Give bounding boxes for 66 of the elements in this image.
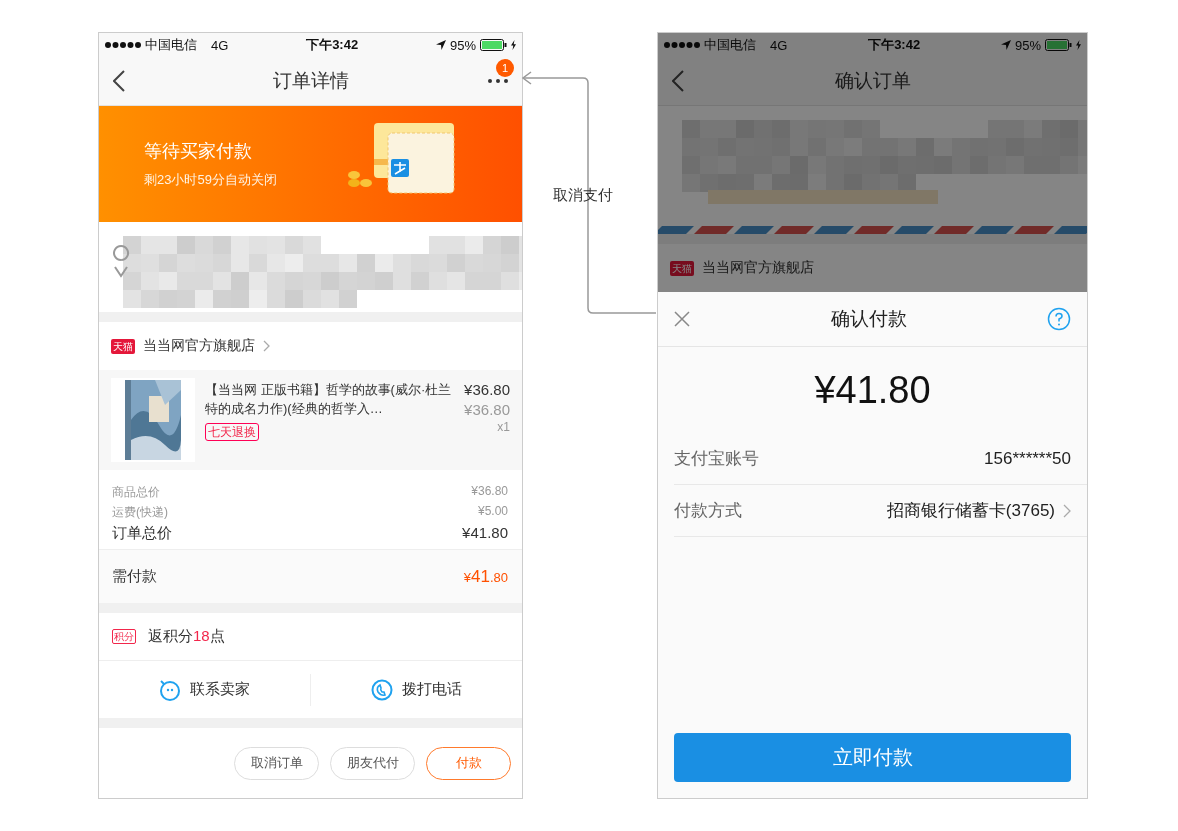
chat-icon bbox=[159, 678, 181, 701]
screen-title: 确认订单 bbox=[834, 69, 911, 93]
product-title: 【当当网 正版书籍】哲学的故事(威尔·杜兰特的成名力作)(经典的哲学入… bbox=[205, 381, 453, 418]
summary-value: ¥5.00 bbox=[477, 504, 508, 520]
location-icon bbox=[1000, 40, 1011, 50]
summary-value: ¥41.80 bbox=[462, 524, 508, 543]
close-button[interactable] bbox=[674, 311, 690, 327]
summary-label: 订单总价 bbox=[112, 524, 172, 543]
notification-badge: 1 bbox=[496, 59, 514, 77]
contact-seller-button[interactable]: 联系卖家 bbox=[99, 661, 310, 718]
clock-time: 下午3:42 bbox=[306, 36, 359, 54]
screen-title: 订单详情 bbox=[272, 69, 349, 93]
battery-percent: 95% bbox=[449, 37, 476, 53]
more-icon bbox=[488, 79, 508, 83]
signal-icon bbox=[105, 42, 141, 48]
charging-icon bbox=[511, 40, 516, 50]
action-button[interactable]: 取消订单 bbox=[234, 746, 319, 780]
product-price: ¥36.80 bbox=[464, 380, 510, 400]
shop-name[interactable]: 当当网官方旗舰店 bbox=[143, 337, 255, 355]
banner-title: 等待买家付款 bbox=[144, 140, 253, 163]
help-icon bbox=[1047, 307, 1071, 331]
chevron-icon bbox=[263, 340, 270, 352]
network-type: 4G bbox=[770, 37, 788, 53]
location-icon bbox=[435, 40, 446, 50]
shop-logo-icon: 天猫 bbox=[670, 260, 694, 276]
network-type: 4G bbox=[211, 37, 229, 53]
summary-label: 运费(快递) bbox=[112, 504, 168, 521]
signal-icon bbox=[664, 42, 700, 48]
sheet-title: 确认付款 bbox=[830, 307, 907, 331]
product-card[interactable]: 【当当网 正版书籍】哲学的故事(威尔·杜兰特的成名力作)(经典的哲学入… 七天退换 ¥36.80 ¥36.80 x1 bbox=[99, 370, 522, 470]
charging-icon bbox=[1076, 40, 1081, 50]
original-price: ¥36.80 bbox=[464, 400, 510, 420]
points-tag: 积分 bbox=[112, 629, 136, 644]
row-value: 156******50 bbox=[984, 448, 1071, 469]
amount-due-value: ¥41.80 bbox=[463, 566, 508, 587]
return-policy-tag: 七天退换 bbox=[205, 423, 259, 441]
back-button[interactable] bbox=[113, 70, 125, 92]
summary-label: 商品总价 bbox=[112, 484, 160, 501]
close-icon bbox=[674, 311, 690, 327]
summary-value: ¥36.80 bbox=[471, 484, 508, 500]
phone-icon bbox=[371, 678, 393, 701]
row-value: 招商银行储蓄卡(3765) bbox=[886, 500, 1055, 522]
row-label: 付款方式 bbox=[674, 500, 743, 522]
carrier-name: 中国电信 bbox=[704, 36, 756, 54]
payment-amount: ¥41.80 bbox=[813, 368, 932, 413]
shop-name[interactable]: 当当网官方旗舰店 bbox=[702, 259, 814, 277]
chevron-icon bbox=[1063, 503, 1071, 518]
action-button[interactable]: 朋友代付 bbox=[330, 746, 415, 780]
row-label: 支付宝账号 bbox=[674, 448, 760, 470]
shop-logo-icon: 天猫 bbox=[111, 338, 135, 354]
back-icon bbox=[113, 70, 125, 92]
points-text: 返积分18点 bbox=[148, 627, 225, 646]
back-icon bbox=[672, 70, 684, 92]
payment-method-row[interactable]: 付款方式 招商银行储蓄卡(3765) bbox=[674, 485, 1087, 537]
battery-icon bbox=[480, 39, 507, 51]
call-button[interactable]: 拨打电话 bbox=[311, 661, 522, 718]
back-button[interactable] bbox=[672, 70, 684, 92]
battery-icon bbox=[1045, 39, 1072, 51]
clock-time: 下午3:42 bbox=[868, 36, 921, 54]
help-button[interactable] bbox=[1047, 307, 1071, 331]
battery-percent: 95% bbox=[1014, 37, 1041, 53]
countdown-text: 剩23小时59分自动关闭 bbox=[144, 171, 277, 189]
quantity-label: x1 bbox=[497, 420, 510, 434]
amount-due-label: 需付款 bbox=[112, 567, 157, 586]
carrier-name: 中国电信 bbox=[145, 36, 197, 54]
connector-label: 取消支付 bbox=[553, 186, 613, 205]
